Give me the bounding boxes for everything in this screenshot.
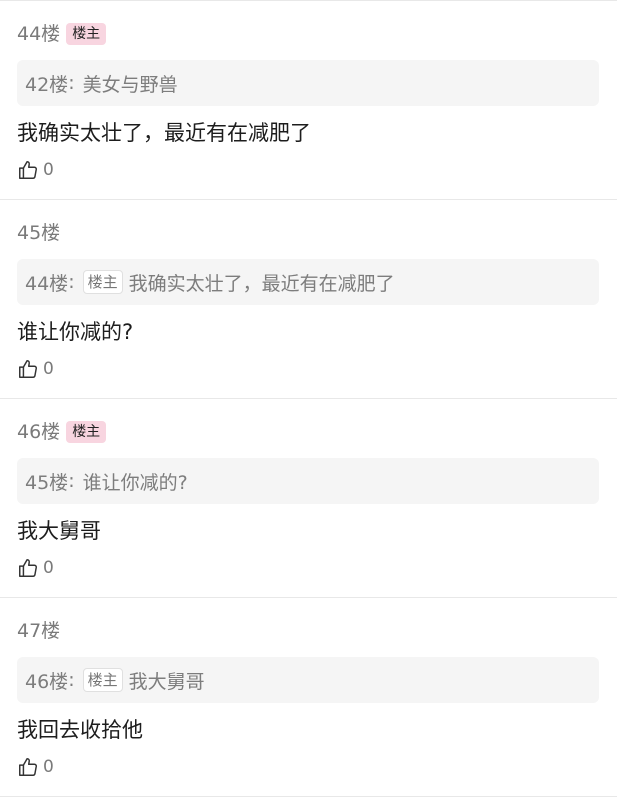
- post-actions: 0: [17, 556, 599, 580]
- post-header: 45楼: [17, 219, 599, 247]
- reply-post-45: 45楼 44楼: 楼主 我确实太壮了，最近有在减肥了 谁让你减的? 0: [0, 200, 617, 399]
- quoted-floor: 45楼: [25, 471, 69, 494]
- reply-content: 我确实太壮了，最近有在减肥了: [17, 121, 311, 145]
- reply-post-46: 46楼 楼主 45楼: 谁让你减的? 我大舅哥 0: [0, 399, 617, 598]
- post-header: 46楼 楼主: [17, 418, 599, 446]
- floor-number: 47楼: [17, 620, 61, 642]
- reply-content: 谁让你减的?: [17, 320, 134, 344]
- post-actions: 0: [17, 357, 599, 381]
- quoted-reply[interactable]: 45楼: 谁让你减的?: [17, 458, 599, 504]
- floor-number: 46楼: [17, 421, 61, 443]
- post-header: 47楼: [17, 617, 599, 645]
- quote-separator: :: [68, 470, 75, 492]
- thumbs-up-icon[interactable]: [17, 557, 39, 579]
- quoted-text: 我大舅哥: [128, 670, 205, 693]
- like-count: 0: [43, 757, 54, 777]
- thumbs-up-icon[interactable]: [17, 756, 39, 778]
- thumbs-up-icon[interactable]: [17, 159, 39, 181]
- reply-content: 我大舅哥: [17, 519, 101, 543]
- like-count: 0: [43, 558, 54, 578]
- quoted-floor: 44楼: [25, 272, 69, 295]
- floor-number: 44楼: [17, 23, 61, 45]
- post-actions: 0: [17, 158, 599, 182]
- quoted-op-badge: 楼主: [82, 668, 123, 692]
- quote-separator: :: [68, 669, 75, 691]
- quoted-text: 谁让你减的?: [82, 471, 188, 494]
- like-count: 0: [43, 160, 54, 180]
- quoted-reply[interactable]: 46楼: 楼主 我大舅哥: [17, 657, 599, 703]
- quote-separator: :: [68, 271, 75, 293]
- quoted-floor: 42楼: [25, 73, 69, 96]
- reply-post-47: 47楼 46楼: 楼主 我大舅哥 我回去收拾他 0: [0, 598, 617, 797]
- like-count: 0: [43, 359, 54, 379]
- reply-content: 我回去收拾他: [17, 718, 143, 742]
- quoted-floor: 46楼: [25, 670, 69, 693]
- reply-thread: 44楼 楼主 42楼: 美女与野兽 我确实太壮了，最近有在减肥了 0 45楼 44…: [0, 0, 617, 797]
- quoted-text: 美女与野兽: [82, 73, 178, 96]
- thumbs-up-icon[interactable]: [17, 358, 39, 380]
- quote-separator: :: [68, 72, 75, 94]
- post-actions: 0: [17, 755, 599, 779]
- op-badge: 楼主: [66, 23, 107, 45]
- op-badge: 楼主: [66, 421, 107, 443]
- post-header: 44楼 楼主: [17, 20, 599, 48]
- quoted-op-badge: 楼主: [82, 270, 123, 294]
- floor-number: 45楼: [17, 222, 61, 244]
- quoted-reply[interactable]: 42楼: 美女与野兽: [17, 60, 599, 106]
- quoted-reply[interactable]: 44楼: 楼主 我确实太壮了，最近有在减肥了: [17, 259, 599, 305]
- reply-post-44: 44楼 楼主 42楼: 美女与野兽 我确实太壮了，最近有在减肥了 0: [0, 1, 617, 200]
- quoted-text: 我确实太壮了，最近有在减肥了: [128, 272, 395, 295]
